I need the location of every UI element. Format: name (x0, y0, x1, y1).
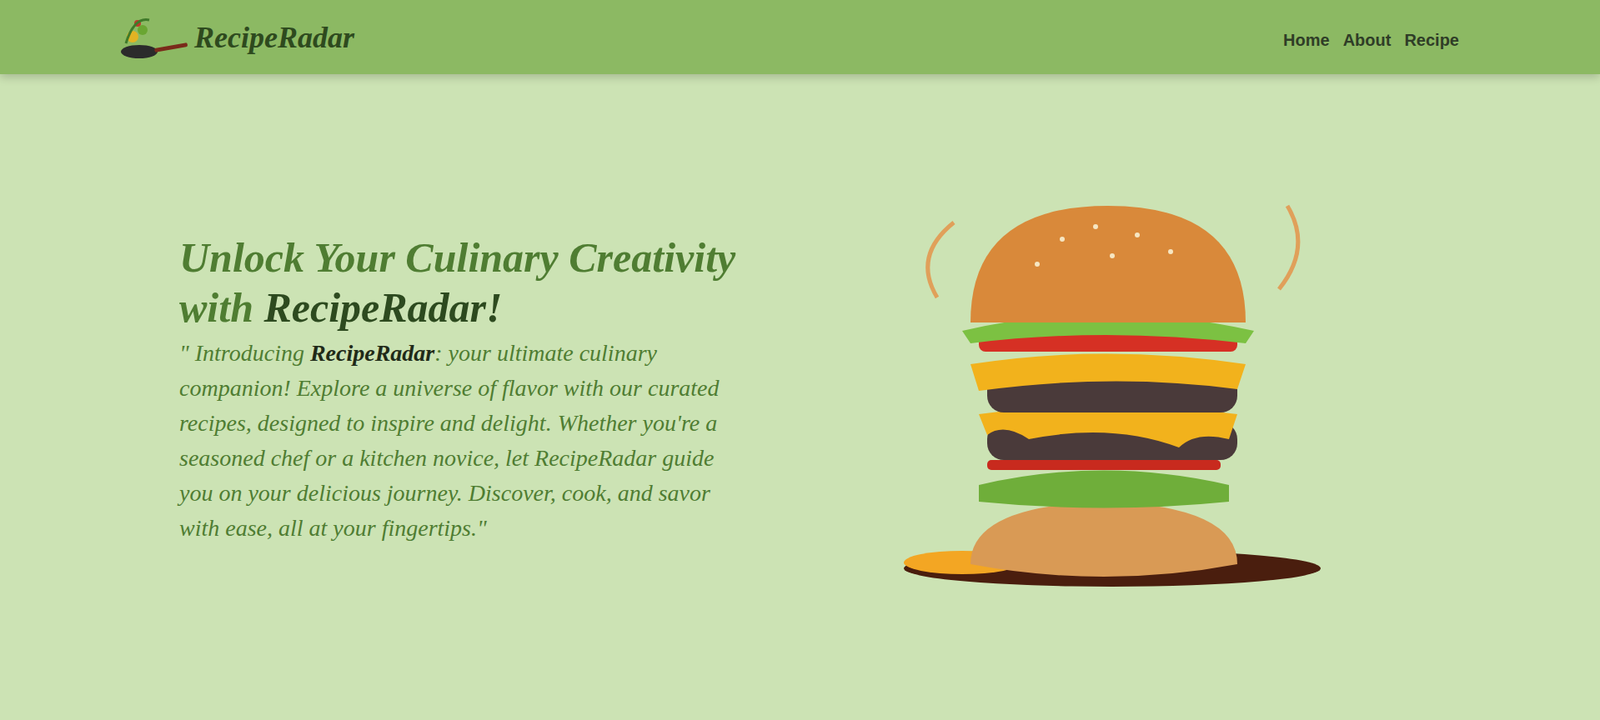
burger-image (862, 172, 1346, 607)
logo[interactable]: RecipeRadar (117, 11, 355, 64)
burger-icon (862, 172, 1346, 607)
nav-link[interactable]: About (1343, 27, 1392, 53)
hero: Unlock Your Culinary Creativity with Rec… (0, 74, 1600, 720)
main-nav: Home About Recipe (1283, 27, 1460, 53)
heading-brand: RecipeRadar! (263, 284, 502, 332)
hero-text: Unlock Your Culinary Creativity with Rec… (179, 232, 747, 547)
top-bar: RecipeRadar Home About Recipe (0, 0, 1600, 75)
intro-open: " Introducing (179, 340, 311, 367)
pan-icon (117, 11, 191, 64)
intro-brand: RecipeRadar (310, 340, 435, 367)
nav-link[interactable]: Home (1283, 27, 1330, 53)
intro-rest: : your ultimate culinary companion! Expl… (179, 340, 720, 542)
logo-text[interactable]: RecipeRadar (194, 22, 355, 53)
hero-heading: Unlock Your Culinary Creativity with Rec… (179, 232, 747, 333)
nav-link[interactable]: Recipe (1404, 27, 1460, 53)
hero-intro: " Introducing RecipeRadar: your ultimate… (179, 336, 747, 547)
